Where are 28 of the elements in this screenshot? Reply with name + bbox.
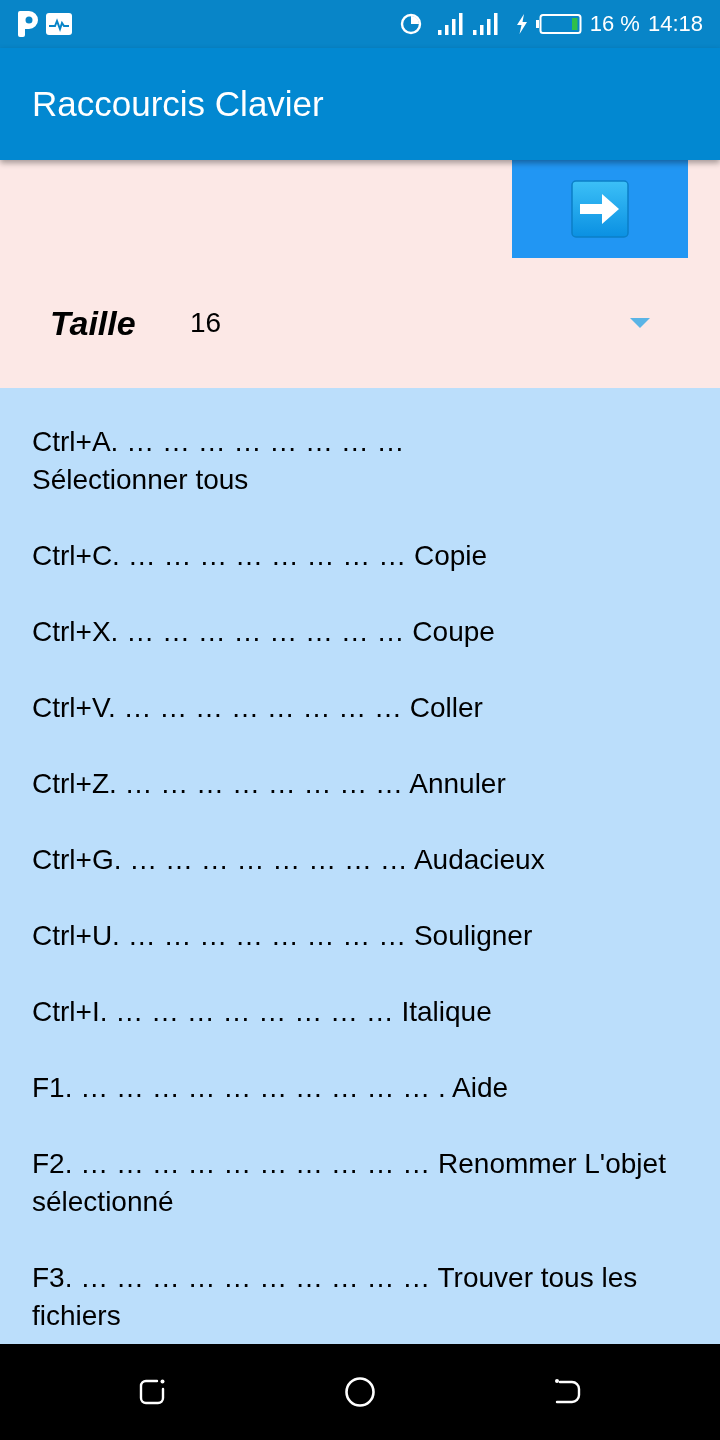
p-logo-icon [18, 11, 38, 37]
battery-percent: 16 % [589, 11, 640, 37]
home-icon[interactable] [345, 1377, 375, 1407]
size-dropdown[interactable]: 16 [180, 295, 660, 351]
signal-icon [437, 13, 464, 35]
shortcut-text: F1. … … … … … … … … … … . Aide [32, 1071, 510, 1105]
shortcut-text: Ctrl+C. … … … … … … … … Copie [32, 539, 489, 573]
shortcut-text: Ctrl+I. … … … … … … … … Italique [32, 995, 493, 1029]
back-icon[interactable] [554, 1378, 583, 1406]
pulse-icon [46, 13, 72, 35]
shortcut-text: F2. … … … … … … … … … … Renommer L'objet sélectionné [32, 1147, 667, 1219]
clock-time: 14:18 [647, 11, 703, 37]
shortcut-text: Ctrl+G. … … … … … … … … Audacieux [32, 843, 546, 877]
shortcut-text: Ctrl+V. … … … … … … … … Coller [32, 691, 484, 725]
shortcut-text: Ctrl+U. … … … … … … … … Souligner [32, 919, 534, 953]
battery-icon [535, 14, 582, 34]
charging-bolt-icon [515, 14, 528, 34]
app-title: Raccourcis Clavier [32, 83, 324, 125]
data-saver-icon [399, 13, 422, 35]
signal-icon [471, 13, 500, 35]
next-button[interactable] [512, 160, 688, 258]
recent-apps-icon[interactable] [137, 1378, 166, 1406]
caret-icon [630, 318, 650, 328]
shortcut-text: Ctrl+X. … … … … … … … … Coupe [32, 615, 496, 649]
size-label: Taille [50, 303, 137, 343]
shortcut-text: Ctrl+A. … … … … … … … … Sélectionner tous [32, 425, 406, 497]
shortcut-text: Ctrl+Z. … … … … … … … … Annuler [32, 767, 507, 801]
shortcut-text: F3. … … … … … … … … … … Trouver tous les fichiers [32, 1261, 639, 1333]
